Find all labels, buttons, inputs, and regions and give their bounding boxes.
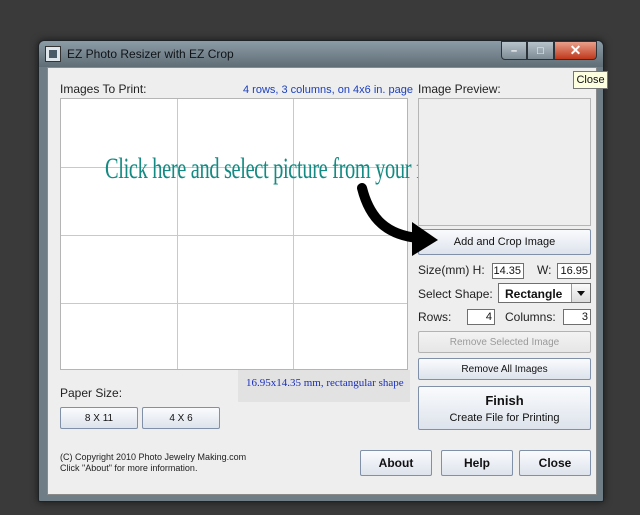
finish-title: Finish [485, 392, 524, 408]
columns-label: Columns: [505, 310, 556, 324]
grid-divider [293, 99, 294, 369]
curved-arrow-icon [357, 183, 438, 256]
select-shape-label: Select Shape: [418, 287, 493, 301]
height-field[interactable]: 14.35 [492, 263, 524, 279]
main-panel: Images To Print: 4 rows, 3 columns, on 4… [47, 67, 597, 495]
chevron-down-icon[interactable] [571, 284, 590, 302]
shape-select-value: Rectangle [505, 287, 563, 301]
copyright-text: (C) Copyright 2010 Photo Jewelry Making.… [60, 452, 246, 474]
columns-field[interactable]: 3 [563, 309, 591, 325]
width-label: W: [537, 263, 552, 277]
about-hint-line: Click "About" for more information. [60, 463, 198, 473]
window-title: EZ Photo Resizer with EZ Crop [67, 47, 234, 61]
app-window: EZ Photo Resizer with EZ Crop – □ ✕ Imag… [38, 40, 604, 502]
size-height-label: Size(mm) H: [418, 263, 485, 277]
minimize-icon: – [510, 44, 518, 57]
maximize-icon: □ [537, 44, 544, 57]
image-preview [418, 98, 591, 226]
window-controls: – □ ✕ [501, 41, 597, 60]
finish-subtitle: Create File for Printing [449, 411, 560, 424]
maximize-button[interactable]: □ [527, 41, 554, 60]
add-crop-image-button[interactable]: Add and Crop Image [418, 229, 591, 255]
close-icon: ✕ [569, 42, 582, 58]
image-preview-label: Image Preview: [418, 82, 501, 96]
app-icon [45, 46, 61, 62]
remove-selected-image-button[interactable]: Remove Selected Image [418, 331, 591, 353]
minimize-button[interactable]: – [501, 41, 527, 60]
title-bar[interactable]: EZ Photo Resizer with EZ Crop – □ ✕ [39, 41, 603, 67]
paper-size-8x11-button[interactable]: 8 X 11 [60, 407, 138, 429]
finish-button[interactable]: Finish Create File for Printing [418, 386, 591, 430]
images-to-print-label: Images To Print: [60, 82, 147, 96]
remove-all-images-button[interactable]: Remove All Images [418, 358, 591, 380]
shape-select[interactable]: Rectangle [498, 283, 591, 303]
paper-size-label: Paper Size: [60, 386, 123, 400]
close-window-button[interactable]: ✕ [554, 41, 597, 60]
width-field[interactable]: 16.95 [557, 263, 591, 279]
rows-field[interactable]: 4 [467, 309, 495, 325]
help-button[interactable]: Help [441, 450, 513, 476]
grid-info-text: 4 rows, 3 columns, on 4x6 in. page [243, 84, 413, 96]
shape-info-text: 16.95x14.35 mm, rectangular shape [238, 370, 410, 402]
grid-divider [177, 99, 178, 369]
grid-divider [61, 303, 407, 304]
close-button[interactable]: Close [519, 450, 591, 476]
close-tooltip: Close [573, 71, 608, 89]
copyright-line: (C) Copyright 2010 Photo Jewelry Making.… [60, 452, 247, 462]
paper-size-4x6-button[interactable]: 4 X 6 [142, 407, 220, 429]
rows-label: Rows: [418, 310, 452, 324]
about-button[interactable]: About [360, 450, 432, 476]
